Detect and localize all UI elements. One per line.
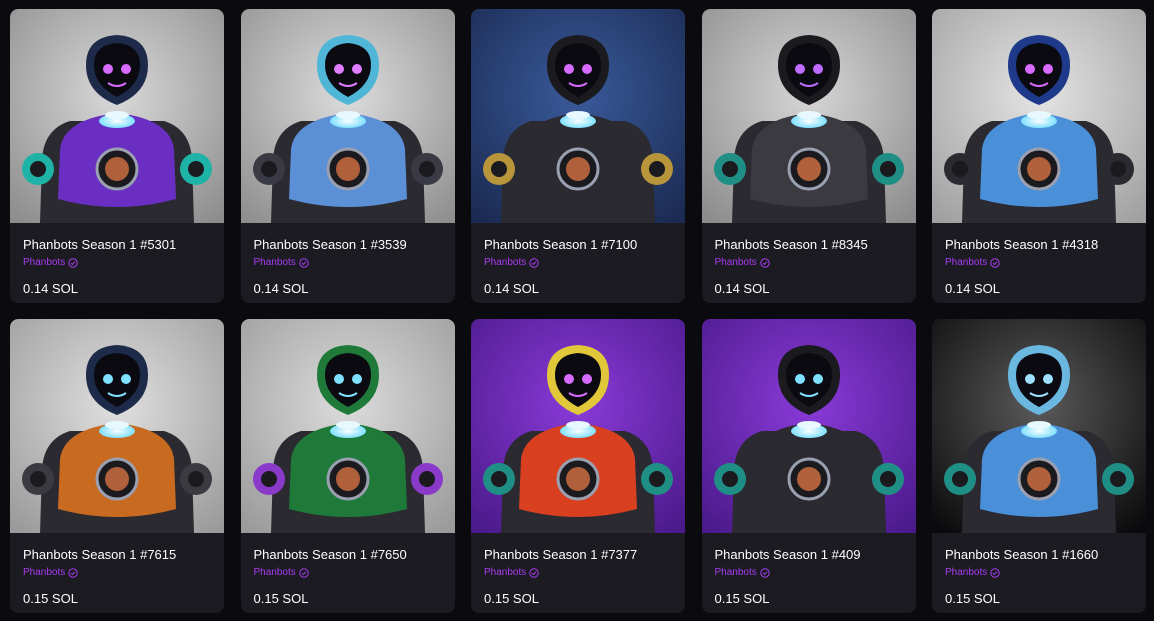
verified-badge-icon [990, 568, 1000, 578]
nft-price: 0.15 SOL [484, 591, 539, 606]
nft-name[interactable]: Phanbots Season 1 #7100 [484, 237, 672, 252]
nft-name[interactable]: Phanbots Season 1 #5301 [23, 237, 211, 252]
card-info: Phanbots Season 1 #3539 Phanbots 0.14 SO… [241, 237, 455, 296]
card-info: Phanbots Season 1 #7615 Phanbots 0.15 SO… [10, 547, 224, 606]
robot-artwork [240, 9, 455, 223]
nft-card-9[interactable]: Phanbots Season 1 #409 Phanbots 0.15 SOL [701, 319, 916, 613]
robot-artwork [10, 9, 224, 223]
robot-artwork [471, 9, 685, 223]
collection-link[interactable]: Phanbots [484, 567, 672, 579]
nft-image[interactable] [240, 9, 455, 223]
card-info: Phanbots Season 1 #4318 Phanbots 0.14 SO… [932, 237, 1146, 296]
collection-name: Phanbots [253, 257, 296, 268]
collection-link[interactable]: Phanbots [715, 567, 903, 579]
nft-price: 0.14 SOL [23, 281, 78, 296]
nft-name[interactable]: Phanbots Season 1 #8345 [715, 237, 903, 252]
collection-name: Phanbots [714, 257, 757, 268]
collection-link[interactable]: Phanbots [945, 567, 1133, 579]
collection-name: Phanbots [945, 257, 988, 268]
nft-card-8[interactable]: Phanbots Season 1 #7377 Phanbots 0.15 SO… [471, 319, 685, 613]
verified-badge-icon [990, 258, 1000, 268]
robot-artwork [932, 319, 1146, 533]
nft-price: 0.14 SOL [945, 281, 1000, 296]
card-info: Phanbots Season 1 #7377 Phanbots 0.15 SO… [471, 547, 685, 606]
nft-image[interactable] [471, 319, 685, 533]
nft-price: 0.15 SOL [23, 591, 78, 606]
nft-name[interactable]: Phanbots Season 1 #7615 [23, 547, 211, 562]
robot-artwork [701, 9, 916, 223]
nft-card-10[interactable]: Phanbots Season 1 #1660 Phanbots 0.15 SO… [932, 319, 1146, 613]
card-info: Phanbots Season 1 #8345 Phanbots 0.14 SO… [702, 237, 916, 296]
verified-badge-icon [529, 568, 539, 578]
nft-price: 0.15 SOL [253, 591, 309, 606]
nft-name[interactable]: Phanbots Season 1 #7650 [254, 547, 442, 562]
collection-name: Phanbots [484, 257, 527, 268]
nft-image[interactable] [240, 319, 455, 533]
nft-price: 0.14 SOL [714, 281, 770, 296]
verified-badge-icon [299, 568, 309, 578]
verified-badge-icon [529, 258, 539, 268]
collection-name: Phanbots [945, 567, 988, 578]
collection-link[interactable]: Phanbots [254, 257, 442, 269]
collection-name: Phanbots [23, 567, 66, 578]
nft-image[interactable] [10, 319, 224, 533]
card-info: Phanbots Season 1 #409 Phanbots 0.15 SOL [702, 547, 916, 606]
verified-badge-icon [760, 258, 770, 268]
robot-artwork [240, 319, 455, 533]
collection-name: Phanbots [23, 257, 66, 268]
nft-card-4[interactable]: Phanbots Season 1 #8345 Phanbots 0.14 SO… [701, 9, 916, 303]
verified-badge-icon [68, 568, 78, 578]
verified-badge-icon [68, 258, 78, 268]
collection-link[interactable]: Phanbots [715, 257, 903, 269]
robot-artwork [10, 319, 224, 533]
verified-badge-icon [299, 258, 309, 268]
collection-link[interactable]: Phanbots [254, 567, 442, 579]
card-info: Phanbots Season 1 #7650 Phanbots 0.15 SO… [241, 547, 455, 606]
robot-artwork [932, 9, 1146, 223]
nft-card-2[interactable]: Phanbots Season 1 #3539 Phanbots 0.14 SO… [240, 9, 455, 303]
collection-link[interactable]: Phanbots [23, 257, 211, 269]
nft-name[interactable]: Phanbots Season 1 #3539 [254, 237, 442, 252]
robot-artwork [701, 319, 916, 533]
nft-name[interactable]: Phanbots Season 1 #409 [715, 547, 903, 562]
nft-card-6[interactable]: Phanbots Season 1 #7615 Phanbots 0.15 SO… [10, 319, 224, 613]
collection-link[interactable]: Phanbots [484, 257, 672, 269]
nft-price: 0.14 SOL [484, 281, 539, 296]
robot-artwork [471, 319, 685, 533]
nft-price: 0.14 SOL [253, 281, 309, 296]
nft-name[interactable]: Phanbots Season 1 #7377 [484, 547, 672, 562]
nft-card-3[interactable]: Phanbots Season 1 #7100 Phanbots 0.14 SO… [471, 9, 685, 303]
collection-name: Phanbots [714, 567, 757, 578]
collection-name: Phanbots [253, 567, 296, 578]
verified-badge-icon [760, 568, 770, 578]
card-info: Phanbots Season 1 #1660 Phanbots 0.15 SO… [932, 547, 1146, 606]
nft-image[interactable] [10, 9, 224, 223]
nft-image[interactable] [932, 319, 1146, 533]
card-info: Phanbots Season 1 #5301 Phanbots 0.14 SO… [10, 237, 224, 296]
collection-name: Phanbots [484, 567, 527, 578]
nft-card-5[interactable]: Phanbots Season 1 #4318 Phanbots 0.14 SO… [932, 9, 1146, 303]
nft-grid: Phanbots Season 1 #5301 Phanbots 0.14 SO… [10, 9, 1146, 613]
nft-name[interactable]: Phanbots Season 1 #1660 [945, 547, 1133, 562]
nft-image[interactable] [701, 9, 916, 223]
nft-name[interactable]: Phanbots Season 1 #4318 [945, 237, 1133, 252]
nft-card-1[interactable]: Phanbots Season 1 #5301 Phanbots 0.14 SO… [10, 9, 224, 303]
nft-image[interactable] [932, 9, 1146, 223]
collection-link[interactable]: Phanbots [23, 567, 211, 579]
nft-image[interactable] [701, 319, 916, 533]
nft-image[interactable] [471, 9, 685, 223]
nft-price: 0.15 SOL [945, 591, 1000, 606]
nft-card-7[interactable]: Phanbots Season 1 #7650 Phanbots 0.15 SO… [240, 319, 455, 613]
collection-link[interactable]: Phanbots [945, 257, 1133, 269]
nft-price: 0.15 SOL [714, 591, 770, 606]
card-info: Phanbots Season 1 #7100 Phanbots 0.14 SO… [471, 237, 685, 296]
